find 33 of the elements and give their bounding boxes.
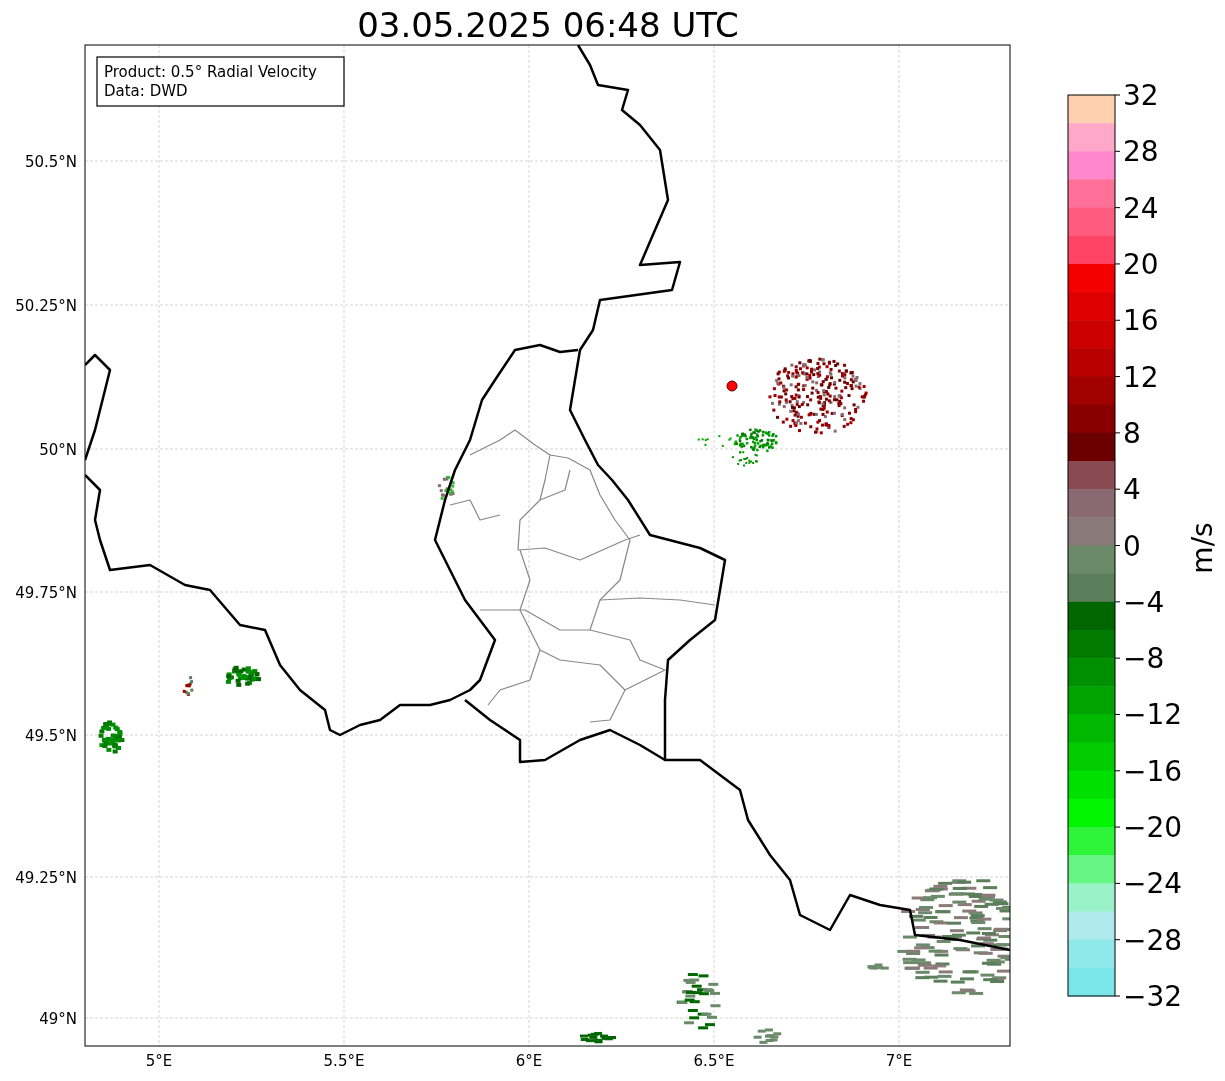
colorbar-tick-label: 4 — [1123, 473, 1141, 507]
colorbar-tick-label: 8 — [1123, 416, 1141, 450]
colorbar-tick-label: 28 — [1123, 135, 1159, 169]
legend-text: Product: 0.5° Radial Velocity — [104, 63, 317, 81]
axis-tick-label: 50.5°N — [24, 153, 77, 171]
colorbar-tick-label: −20 — [1123, 811, 1183, 845]
legend-text: Data: DWD — [104, 82, 188, 100]
axis-tick-label: 50.25°N — [15, 297, 77, 315]
colorbar-tick-label: 20 — [1123, 247, 1159, 281]
colorbar-tick-label: −16 — [1123, 754, 1183, 788]
axis-tick-label: 50°N — [39, 441, 77, 459]
colorbar-tick-label: 24 — [1123, 191, 1159, 225]
axis-tick-label: 49.25°N — [15, 869, 77, 887]
colorbar-tick-label: 12 — [1123, 360, 1159, 394]
axis-tick-label: 6.5°E — [693, 1052, 735, 1070]
colorbar-tick-label: 32 — [1123, 79, 1159, 112]
axis-tick-label: 5.5°E — [323, 1052, 365, 1070]
colorbar-tick-label: −28 — [1123, 923, 1183, 957]
axis-tick-label: 7°E — [885, 1052, 913, 1070]
colorbar-tick-label: 0 — [1123, 529, 1141, 563]
colorbar-tick-label: −32 — [1123, 980, 1183, 1013]
axis-tick-label: 49.5°N — [24, 727, 77, 745]
colorbar-tick-label: −24 — [1123, 867, 1183, 901]
colorbar-tick-label: −8 — [1123, 642, 1165, 676]
axis-tick-label: 49.75°N — [15, 584, 77, 602]
axis-tick-label: 5°E — [145, 1052, 173, 1070]
colorbar-tick-label: 16 — [1123, 304, 1159, 338]
chart-title: 03.05.2025 06:48 UTC — [357, 5, 739, 45]
colorbar-tick-label: −4 — [1123, 585, 1165, 619]
axis-tick-label: 6°E — [515, 1052, 543, 1070]
colorbar-tick-label: −12 — [1123, 698, 1183, 732]
colorbar-label: m/s — [1186, 522, 1219, 574]
axis-tick-label: 49°N — [39, 1010, 77, 1028]
